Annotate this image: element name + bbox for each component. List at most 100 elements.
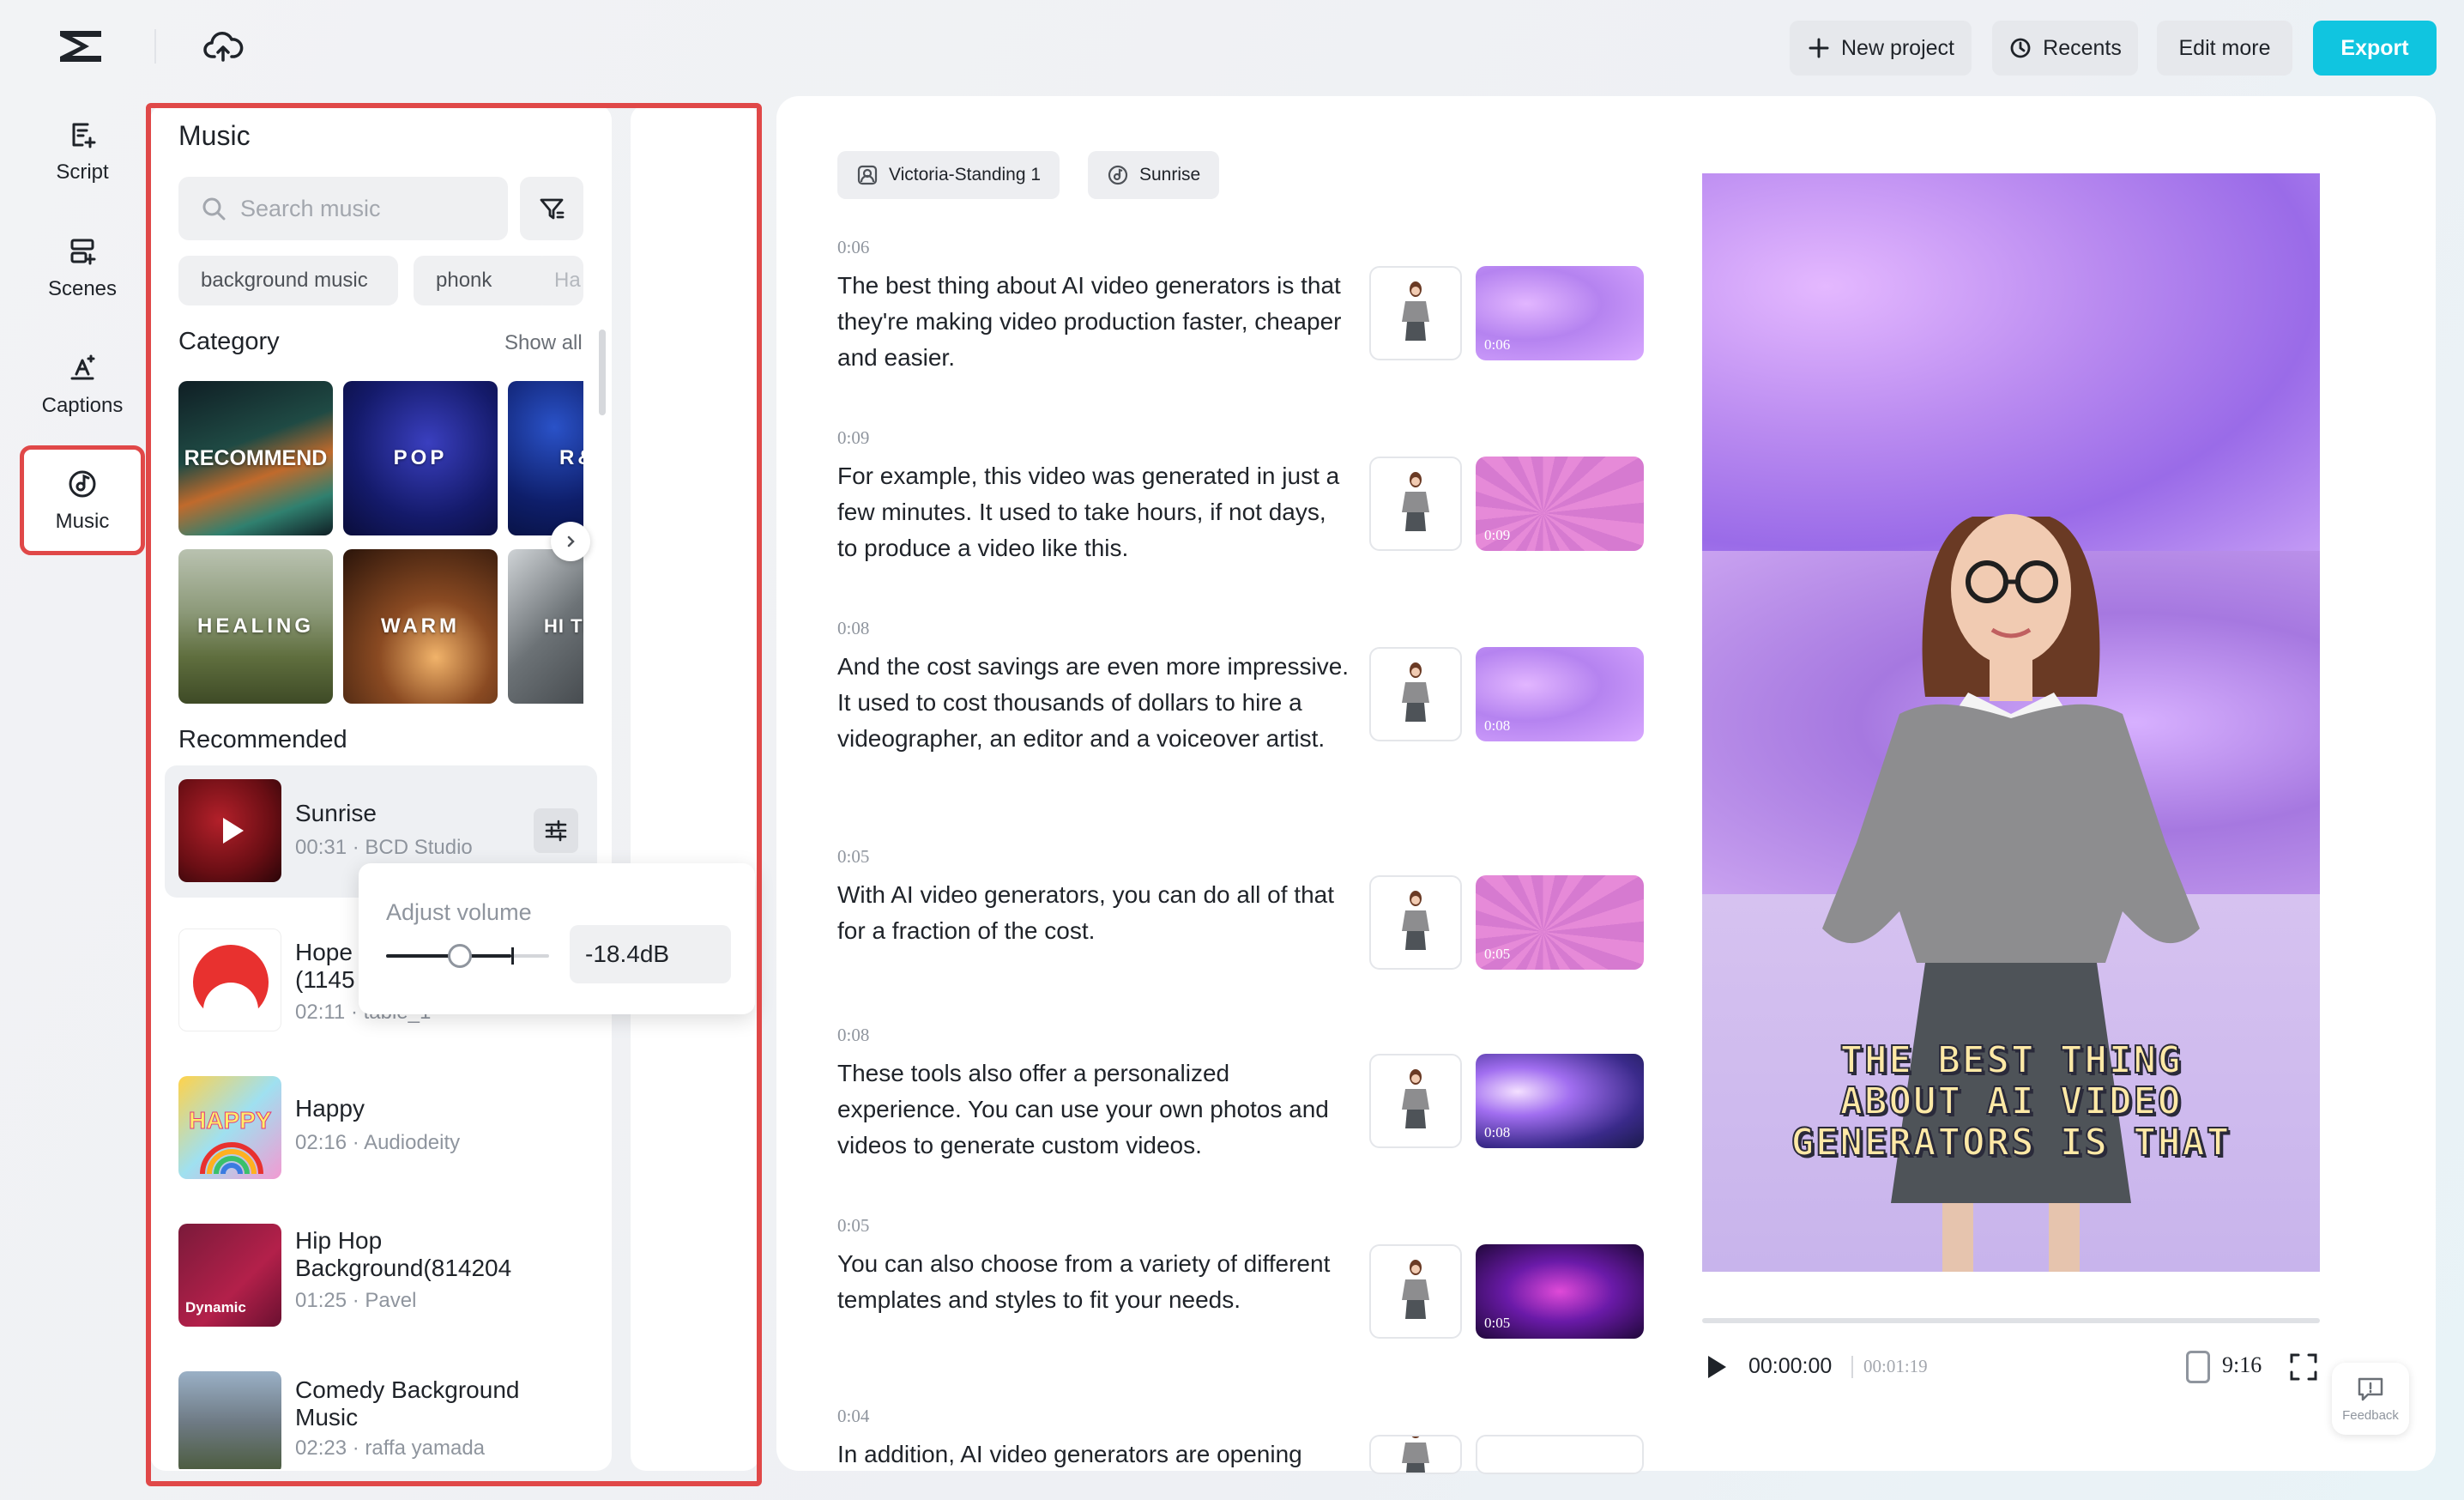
chevron-right-icon — [567, 535, 575, 547]
edit-more-label: Edit more — [2178, 35, 2271, 60]
track-comedy[interactable]: Comedy Background Music 02:23 · raffa ya… — [165, 1358, 597, 1469]
total-time: 00:01:19 — [1863, 1356, 1928, 1376]
avatar-tag-label: Victoria-Standing 1 — [889, 165, 1042, 184]
new-project-button[interactable]: New project — [1790, 21, 1972, 76]
nav-script[interactable]: Script — [21, 100, 144, 203]
scene-avatar-thumbnail[interactable] — [1369, 1244, 1462, 1339]
scenes-icon — [70, 239, 96, 265]
panel-scrollbar[interactable] — [599, 330, 606, 415]
scene-duration: 0:08 — [837, 1025, 870, 1045]
track-name: Comedy Background Music — [295, 1376, 520, 1430]
category-rnb[interactable]: R& — [508, 381, 583, 535]
edit-more-button[interactable]: Edit more — [2157, 21, 2292, 76]
avatar-icon — [857, 165, 878, 185]
scene-script-text[interactable]: In addition, AI video generators are ope… — [837, 1436, 1352, 1481]
track-meta: 02:16 · Audiodeity — [295, 1131, 461, 1154]
filter-icon — [540, 198, 565, 220]
current-time: 00:00:00 — [1748, 1354, 1833, 1378]
scene-thumbnail-duration: 0:08 — [1484, 1124, 1511, 1140]
track-cover — [178, 779, 281, 882]
scene-background-thumbnail[interactable]: 0:08 — [1476, 1054, 1644, 1148]
chip-ha[interactable]: Ha — [534, 256, 583, 305]
nav-music-label: Music — [55, 510, 110, 533]
script-icon — [72, 123, 96, 148]
recents-label: Recents — [2043, 35, 2122, 60]
category-recommend[interactable]: RECOMMEND — [178, 381, 333, 535]
scene-avatar-thumbnail[interactable] — [1369, 266, 1462, 360]
avatar-tag[interactable]: Victoria-Standing 1 — [837, 151, 1060, 199]
scene-script-text[interactable]: These tools also offer a personalized ex… — [837, 1055, 1352, 1164]
nav-scenes[interactable]: Scenes — [21, 216, 144, 319]
category-next-button[interactable] — [551, 522, 590, 561]
scene-avatar-thumbnail[interactable] — [1369, 875, 1462, 970]
volume-value-input[interactable]: -18.4dB — [570, 925, 731, 983]
scene-script-text[interactable]: And the cost savings are even more impre… — [837, 649, 1352, 757]
scene-avatar-thumbnail[interactable] — [1369, 647, 1462, 741]
aspect-ratio-label[interactable]: 9:16 — [2222, 1352, 2262, 1378]
video-preview[interactable]: THE BEST THING ABOUT AI VIDEO GENERATORS… — [1702, 173, 2320, 1272]
scene-avatar-thumbnail[interactable] — [1369, 1435, 1462, 1474]
scene-duration: 0:09 — [837, 427, 870, 448]
scene-duration: 0:06 — [837, 237, 870, 257]
category-pop[interactable]: POP — [343, 381, 498, 535]
scene-thumbnail-duration: 0:08 — [1484, 717, 1511, 734]
track-name: Sunrise — [295, 800, 377, 826]
scene-background-thumbnail[interactable]: 0:08 — [1476, 647, 1644, 741]
scene-script-text[interactable]: For example, this video was generated in… — [837, 458, 1352, 566]
music-tag[interactable]: Sunrise — [1088, 151, 1220, 199]
capcut-logo-icon[interactable] — [55, 26, 106, 67]
cloud-upload-icon[interactable] — [202, 29, 244, 65]
scene-background-thumbnail[interactable] — [1476, 1435, 1644, 1474]
music-panel-title: Music — [178, 120, 251, 151]
nav-scenes-label: Scenes — [47, 277, 118, 300]
track-cover: Dynamic — [178, 1224, 281, 1327]
chip-phonk[interactable]: phonk — [414, 256, 551, 305]
category-hi-tem[interactable]: HI TEM — [508, 549, 583, 704]
music-icon — [1108, 165, 1128, 185]
scene-avatar-thumbnail[interactable] — [1369, 457, 1462, 551]
captions-icon — [70, 354, 95, 380]
plus-icon — [1809, 38, 1829, 58]
scene-duration: 0:08 — [837, 618, 870, 638]
play-button[interactable] — [1706, 1354, 1728, 1380]
search-placeholder: Search music — [240, 195, 381, 221]
export-button[interactable]: Export — [2313, 21, 2437, 76]
volume-popover: Adjust volume -18.4dB — [359, 863, 755, 1014]
scene-thumbnail-duration: 0:05 — [1484, 1315, 1511, 1331]
track-happy[interactable]: HAPPY Happy 02:16 · Audiodeity — [165, 1062, 597, 1195]
scene-avatar-thumbnail[interactable] — [1369, 1054, 1462, 1148]
track-meta: 01:25 · Pavel — [295, 1289, 417, 1312]
scene-script-text[interactable]: You can also choose from a variety of di… — [837, 1246, 1352, 1318]
scene-script-text[interactable]: With AI video generators, you can do all… — [837, 877, 1352, 949]
nav-captions-label: Captions — [41, 394, 124, 417]
track-name: Hope (1145 — [295, 939, 355, 993]
recents-button[interactable]: Recents — [1992, 21, 2138, 76]
scene-background-thumbnail[interactable]: 0:06 — [1476, 266, 1644, 360]
feedback-button[interactable]: Feedback — [2332, 1363, 2409, 1435]
category-healing[interactable]: HEALING — [178, 549, 333, 704]
nav-music[interactable]: Music — [20, 445, 145, 555]
scene-background-thumbnail[interactable]: 0:09 — [1476, 457, 1644, 551]
track-hip-hop[interactable]: Dynamic Hip Hop Background(814204 01:25 … — [165, 1210, 597, 1342]
volume-slider-knob[interactable] — [447, 944, 472, 968]
fullscreen-icon[interactable] — [2289, 1352, 2318, 1382]
export-label: Export — [2340, 35, 2409, 60]
scene-thumbnail-duration: 0:09 — [1484, 527, 1511, 543]
aspect-ratio-icon[interactable] — [2186, 1351, 2210, 1383]
playback-progress[interactable] — [1702, 1318, 2320, 1323]
show-all-link[interactable]: Show all — [504, 331, 583, 355]
play-icon[interactable] — [214, 814, 249, 848]
scene-background-thumbnail[interactable]: 0:05 — [1476, 875, 1644, 970]
search-music-input[interactable]: Search music — [178, 177, 508, 240]
search-icon — [202, 197, 226, 221]
adjust-button[interactable] — [534, 808, 578, 853]
category-warm[interactable]: WARM — [343, 549, 498, 704]
top-divider — [154, 29, 156, 64]
scene-background-thumbnail[interactable]: 0:05 — [1476, 1244, 1644, 1339]
category-title: Category — [178, 328, 280, 355]
chip-background-music[interactable]: background music — [178, 256, 398, 305]
scene-script-text[interactable]: The best thing about AI video generators… — [837, 268, 1352, 376]
filter-button[interactable] — [520, 177, 583, 240]
nav-captions[interactable]: Captions — [21, 333, 144, 436]
volume-title: Adjust volume — [386, 899, 532, 925]
